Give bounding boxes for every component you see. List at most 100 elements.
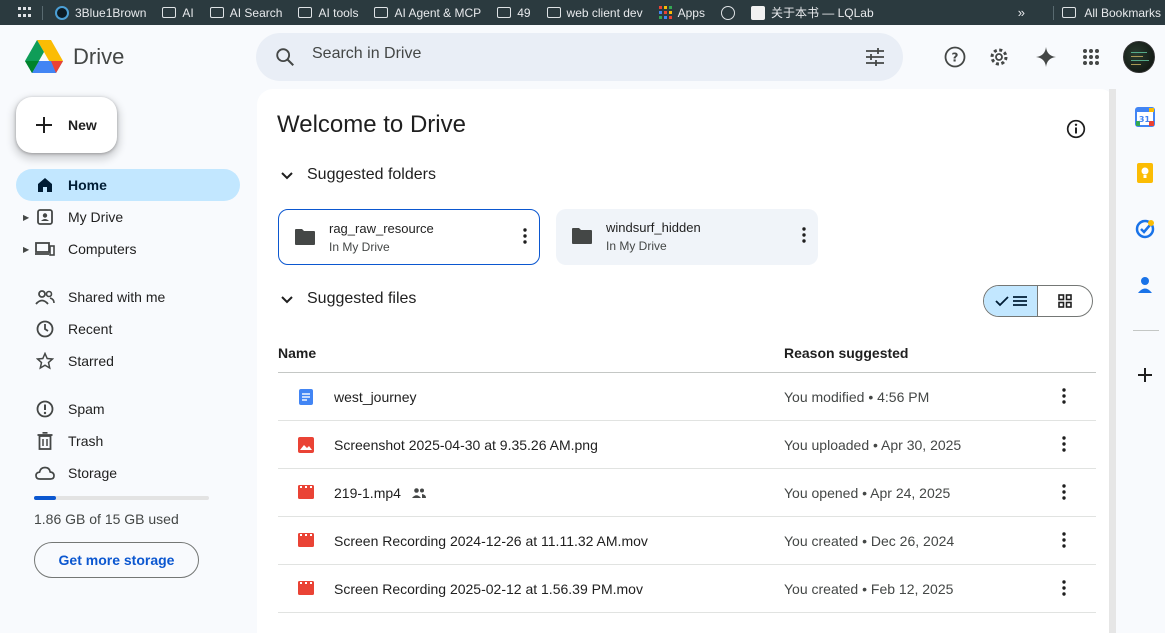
expand-caret-icon[interactable]: ▶ <box>23 213 29 222</box>
bookmark-apps[interactable]: Apps <box>658 6 705 20</box>
scrollbar[interactable] <box>1109 89 1116 633</box>
sidebar-item-home[interactable]: Home <box>16 169 240 201</box>
more-actions-icon[interactable] <box>1062 436 1066 452</box>
file-row[interactable]: 219-1.mp4 You opened • Apr 24, 2025 <box>278 469 1096 517</box>
bookmark-label: AI tools <box>318 5 359 20</box>
list-view-button[interactable] <box>984 286 1039 316</box>
sidebar-item-spam[interactable]: Spam <box>16 393 240 425</box>
file-row[interactable]: Screenshot 2025-04-30 at 9.35.26 AM.png … <box>278 421 1096 469</box>
folder-location: In My Drive <box>606 239 667 253</box>
settings-button[interactable] <box>987 45 1011 69</box>
sidebar-item-storage[interactable]: Storage <box>16 457 240 489</box>
bookmark-separator <box>1053 5 1055 20</box>
account-avatar[interactable] <box>1123 41 1155 73</box>
file-row[interactable]: Screen Recording 2025-02-12 at 1.56.39 P… <box>278 565 1096 613</box>
star-icon <box>35 351 55 371</box>
video-file-icon <box>298 485 314 499</box>
bookmark-folder[interactable]: AI Agent & MCP <box>374 6 481 20</box>
get-more-storage-button[interactable]: Get more storage <box>34 542 199 578</box>
file-row-partial[interactable] <box>278 613 1096 633</box>
more-actions-icon[interactable] <box>802 227 806 243</box>
site-favicon-icon <box>750 5 765 20</box>
sidebar-item-recent[interactable]: Recent <box>16 313 240 345</box>
tasks-app-button[interactable] <box>1135 219 1155 239</box>
main-content: Welcome to Drive Suggested folders rag_r… <box>257 89 1116 633</box>
search-input[interactable] <box>312 45 812 63</box>
folder-card[interactable]: rag_raw_resource In My Drive <box>278 209 540 265</box>
sidebar-item-label: Starred <box>68 353 114 369</box>
file-name-text: west_journey <box>334 389 417 405</box>
view-toggle <box>983 285 1093 317</box>
file-row[interactable]: Screen Recording 2024-12-26 at 11.11.32 … <box>278 517 1096 565</box>
sidebar-item-label: Trash <box>68 433 104 449</box>
bookmark-folder[interactable]: 49 <box>497 5 531 20</box>
search-options-icon[interactable] <box>865 47 885 67</box>
sidebar-item-starred[interactable]: Starred <box>16 345 240 377</box>
bookmark-label: 49 <box>517 5 531 20</box>
help-button[interactable]: ? <box>943 45 967 69</box>
google-apps-button[interactable] <box>1079 45 1103 69</box>
cloud-icon <box>35 463 55 483</box>
more-actions-icon[interactable] <box>1062 532 1066 548</box>
apps-grid-icon[interactable] <box>18 6 32 19</box>
folder-icon <box>572 228 592 244</box>
bookmark-item[interactable]: 3Blue1Brown <box>55 5 146 20</box>
file-name: west_journey <box>334 389 417 405</box>
chevron-down-icon <box>281 296 293 304</box>
grid-view-button[interactable] <box>1038 286 1092 316</box>
column-header-name[interactable]: Name <box>278 345 316 361</box>
computers-icon <box>35 239 55 259</box>
folder-location: In My Drive <box>329 240 390 254</box>
file-name: 219-1.mp4 <box>334 485 427 501</box>
file-name: Screenshot 2025-04-30 at 9.35.26 AM.png <box>334 437 598 453</box>
contacts-app-button[interactable] <box>1135 275 1155 295</box>
more-bookmarks-button[interactable]: » <box>1018 5 1025 20</box>
file-row[interactable]: west_journey You modified • 4:56 PM <box>278 373 1096 421</box>
keep-app-button[interactable] <box>1135 163 1155 183</box>
spam-icon <box>35 399 55 419</box>
suggested-folders-header[interactable]: Suggested folders <box>279 166 436 184</box>
svg-text:31: 31 <box>1139 115 1151 124</box>
all-bookmarks[interactable]: All Bookmarks <box>1053 5 1165 20</box>
more-actions-icon[interactable] <box>1062 580 1066 596</box>
file-name-text: Screen Recording 2024-12-26 at 11.11.32 … <box>334 533 648 549</box>
storage-usage-fill <box>34 496 56 500</box>
more-actions-icon[interactable] <box>1062 388 1066 404</box>
sparkle-icon <box>1036 47 1056 67</box>
bookmark-folder[interactable]: AI tools <box>298 6 358 20</box>
sidebar-item-computers[interactable]: ▶ Computers <box>16 233 240 265</box>
channel-icon <box>55 5 69 20</box>
bookmark-label: AI Agent & MCP <box>394 5 482 20</box>
section-title: Suggested folders <box>307 166 436 183</box>
bookmark-folder[interactable]: AI <box>162 5 194 20</box>
sidebar-item-trash[interactable]: Trash <box>16 425 240 457</box>
sidebar-item-label: Shared with me <box>68 289 166 305</box>
bookmark-label: AI <box>182 5 194 20</box>
search-icon[interactable] <box>274 46 296 68</box>
bookmark-folder[interactable]: AI Search <box>209 6 282 20</box>
sidebar-item-my-drive[interactable]: ▶ My Drive <box>16 201 240 233</box>
bookmark-item[interactable] <box>720 5 735 20</box>
bookmark-folder[interactable]: web client dev <box>546 6 643 20</box>
file-name-text: Screenshot 2025-04-30 at 9.35.26 AM.png <box>334 437 598 453</box>
plus-icon <box>36 117 52 133</box>
new-button[interactable]: New <box>16 97 117 153</box>
storage-usage-bar <box>34 496 209 500</box>
clock-icon <box>35 319 55 339</box>
sidebar-item-shared-with-me[interactable]: Shared with me <box>16 281 240 313</box>
tasks-icon <box>1135 219 1155 239</box>
info-icon[interactable] <box>1066 119 1086 139</box>
sidebar-item-label: Storage <box>68 465 118 481</box>
bookmark-item[interactable]: 关于本书 — LQLab <box>750 4 874 21</box>
sidebar-item-label: Home <box>68 177 107 193</box>
expand-caret-icon[interactable]: ▶ <box>23 245 29 254</box>
drive-logo[interactable]: Drive <box>25 40 124 74</box>
calendar-app-button[interactable]: 31 <box>1135 107 1155 127</box>
suggested-files-header[interactable]: Suggested files <box>279 290 416 308</box>
more-actions-icon[interactable] <box>523 228 527 244</box>
search-bar[interactable] <box>256 33 903 81</box>
add-addon-button[interactable] <box>1135 365 1155 385</box>
more-actions-icon[interactable] <box>1062 484 1066 500</box>
gemini-button[interactable] <box>1034 45 1058 69</box>
folder-card[interactable]: windsurf_hidden In My Drive <box>556 209 818 265</box>
